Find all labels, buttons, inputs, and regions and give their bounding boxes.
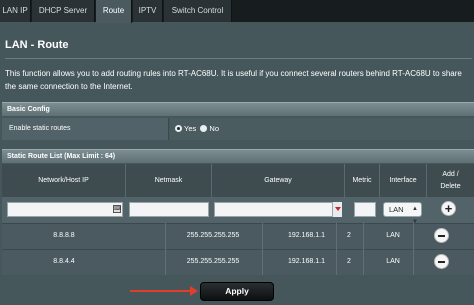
network-host-ip-input[interactable]	[7, 202, 123, 217]
column-divider	[262, 223, 263, 275]
interface-select[interactable]: LAN ▲ ▼	[383, 202, 422, 225]
row-network: 8.8.4.4	[53, 258, 75, 265]
interface-select-value: LAN	[389, 205, 404, 214]
netmask-input[interactable]	[129, 202, 209, 217]
delete-route-button[interactable]	[434, 254, 449, 269]
column-divider	[336, 223, 337, 275]
annotation-arrow	[130, 290, 192, 292]
gateway-input[interactable]	[214, 202, 333, 217]
title-divider	[5, 58, 472, 59]
row-network: 8.8.8.8	[53, 232, 75, 239]
column-divider	[165, 223, 166, 275]
row-metric: 2	[347, 232, 351, 239]
col-interface: Interface	[380, 164, 427, 197]
row-interface: LAN	[386, 232, 400, 239]
col-add-delete: Add / Delete	[427, 164, 474, 197]
annotation-arrow-head	[190, 286, 198, 296]
radio-no[interactable]	[200, 125, 208, 132]
row-metric: 2	[347, 258, 351, 265]
enable-static-routes-label: Enable static routes	[2, 118, 169, 140]
delete-route-button[interactable]	[434, 228, 449, 243]
metric-input[interactable]	[354, 202, 376, 217]
col-add-delete-line1: Add /	[442, 170, 459, 178]
gateway-dropdown-icon[interactable]	[332, 202, 342, 217]
tab-lan-ip[interactable]: LAN IP	[0, 0, 31, 22]
page-title: LAN - Route	[5, 39, 69, 51]
page-description: This function allows you to add routing …	[5, 69, 462, 91]
row-interface: LAN	[386, 258, 400, 265]
basic-config-header: Basic Config	[2, 102, 474, 116]
col-gateway: Gateway	[212, 164, 345, 197]
col-add-delete-line2: Delete	[440, 182, 461, 190]
col-network-host-ip: Network/Host IP	[2, 164, 126, 197]
col-metric: Metric	[345, 164, 380, 197]
tab-dhcp-server[interactable]: DHCP Server	[32, 0, 95, 22]
add-route-button[interactable]: +	[441, 201, 456, 216]
tab-iptv[interactable]: IPTV	[133, 0, 163, 22]
keyboard-icon[interactable]: ⌨	[113, 205, 121, 213]
enable-static-routes-options: Yes No	[170, 118, 474, 140]
apply-button[interactable]: Apply	[200, 282, 274, 301]
static-route-list-header: Static Route List (Max Limit : 64)	[2, 149, 474, 163]
radio-no-label: No	[209, 124, 220, 133]
col-netmask: Netmask	[126, 164, 212, 197]
column-divider	[363, 223, 364, 275]
radio-yes-label: Yes	[184, 124, 197, 133]
tab-switch-control[interactable]: Switch Control	[164, 0, 232, 22]
column-divider	[413, 223, 414, 275]
tab-route[interactable]: Route	[96, 0, 132, 23]
radio-yes[interactable]	[175, 125, 182, 132]
